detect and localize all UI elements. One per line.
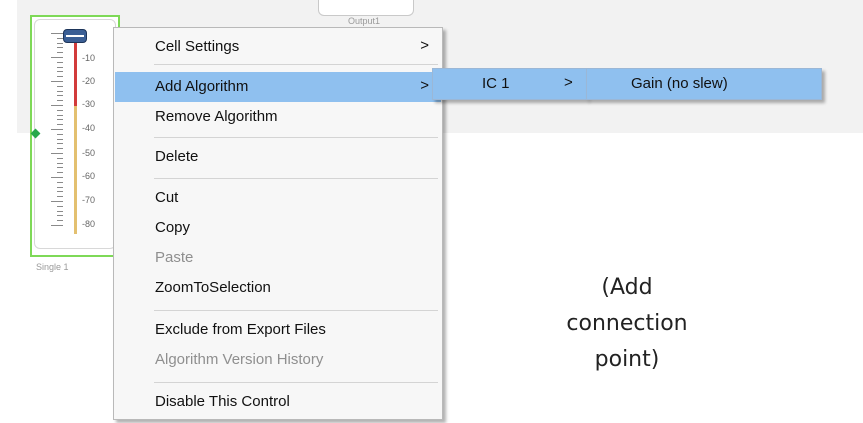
menu-item-add-algorithm[interactable]: Add Algorithm >: [115, 72, 441, 102]
fader-tick: [57, 186, 63, 188]
fader-tick: [51, 177, 63, 178]
fader-tick: [57, 215, 63, 217]
fader-tick: [57, 157, 63, 159]
menu-item-label: Remove Algorithm: [155, 108, 278, 125]
fader-tick: [57, 66, 63, 68]
scale-label-70: -70: [82, 195, 96, 205]
menu-item-label: ZoomToSelection: [155, 279, 271, 296]
scale-label-20: -20: [82, 76, 96, 86]
output-node[interactable]: [318, 0, 414, 16]
fader-tick: [51, 201, 63, 202]
fader-tick: [51, 33, 63, 34]
menu-item-paste: Paste: [115, 243, 441, 273]
scale-label-60: -60: [82, 171, 96, 181]
caption-line-2: connection: [566, 311, 688, 336]
caption-text: (Add connection point): [537, 270, 717, 378]
submenu-ic1-label: IC 1: [482, 75, 510, 92]
fader-tick: [57, 100, 63, 102]
menu-item-label: Algorithm Version History: [155, 351, 324, 368]
fader-tick: [51, 81, 63, 82]
fader-tick: [57, 47, 63, 49]
fader-tick: [57, 61, 63, 63]
menu-item-remove-algorithm[interactable]: Remove Algorithm: [115, 102, 441, 132]
fader-tick: [57, 148, 63, 150]
menu-item-zoom-to-selection[interactable]: ZoomToSelection: [115, 273, 441, 303]
scale-label-40: -40: [82, 123, 96, 133]
fader-tick: [57, 196, 63, 198]
chevron-right-icon: >: [420, 37, 429, 54]
chevron-right-icon: >: [564, 74, 573, 91]
scale-label-50: -50: [82, 148, 96, 158]
fader-tick: [57, 210, 63, 212]
submenu-gain-no-slew[interactable]: Gain (no slew): [586, 68, 822, 100]
scale-label-30: -30: [82, 99, 96, 109]
caption-line-1: (Add: [601, 275, 653, 300]
fader-tick: [51, 57, 63, 58]
fader-level-indicator: [74, 36, 77, 106]
fader-tick: [51, 129, 63, 130]
fader-tick: [51, 105, 63, 106]
menu-item-label: Paste: [155, 249, 194, 266]
fader-tick: [57, 109, 63, 111]
menu-item-label: Cut: [155, 189, 179, 206]
fader-tick: [57, 167, 63, 169]
submenu-ic1[interactable]: IC 1 >: [432, 68, 587, 100]
menu-item-label: Copy: [155, 219, 191, 236]
fader-tick: [57, 172, 63, 174]
fader-tick: [57, 71, 63, 73]
fader-tick: [57, 85, 63, 87]
menu-separator: [154, 382, 438, 383]
fader-tick: [57, 138, 63, 140]
menu-item-algorithm-version-history: Algorithm Version History: [115, 345, 441, 375]
fader-tick: [57, 191, 63, 193]
fader-tick: [57, 42, 63, 44]
fader-tick: [57, 220, 63, 222]
caption-line-3: point): [594, 347, 660, 372]
fader-ticks: [51, 33, 65, 233]
menu-item-disable-this-control[interactable]: Disable This Control: [115, 387, 441, 417]
fader-tick: [57, 143, 63, 145]
fader-tick: [57, 52, 63, 54]
menu-item-label: Delete: [155, 148, 199, 165]
fader-tick: [57, 95, 63, 97]
menu-item-label: Exclude from Export Files: [155, 321, 326, 338]
scale-label-80: -80: [82, 219, 96, 229]
menu-item-delete[interactable]: Delete: [115, 142, 441, 172]
menu-item-label: Add Algorithm: [155, 78, 249, 95]
fader-tick: [57, 124, 63, 126]
menu-separator: [154, 137, 438, 138]
submenu-gain-label: Gain (no slew): [631, 75, 728, 92]
fader-tick: [57, 162, 63, 164]
menu-separator: [154, 64, 438, 65]
fader-knob-line: [66, 35, 84, 37]
fader-tick: [51, 225, 63, 226]
fader-tick: [57, 133, 63, 135]
fader-tick: [57, 205, 63, 207]
context-menu: Cell Settings > Add Algorithm > Remove A…: [113, 27, 443, 420]
menu-item-cell-settings[interactable]: Cell Settings >: [115, 32, 441, 62]
menu-item-label: Disable This Control: [155, 393, 290, 410]
output-node-label: Output1: [348, 16, 381, 26]
fader-tick: [57, 114, 63, 116]
menu-separator: [154, 178, 438, 179]
fader-tick: [57, 181, 63, 183]
menu-item-label: Cell Settings: [155, 38, 240, 55]
menu-separator: [154, 310, 438, 311]
fader-name-label: Single 1: [36, 262, 69, 272]
menu-item-copy[interactable]: Copy: [115, 213, 441, 243]
menu-item-cut[interactable]: Cut: [115, 183, 441, 213]
chevron-right-icon: >: [420, 77, 429, 94]
scale-label-10: -10: [82, 53, 96, 63]
fader-tick: [57, 76, 63, 78]
menu-item-exclude-from-export[interactable]: Exclude from Export Files: [115, 315, 441, 345]
fader-tick: [57, 119, 63, 121]
fader-tick: [57, 90, 63, 92]
fader-tick: [51, 153, 63, 154]
